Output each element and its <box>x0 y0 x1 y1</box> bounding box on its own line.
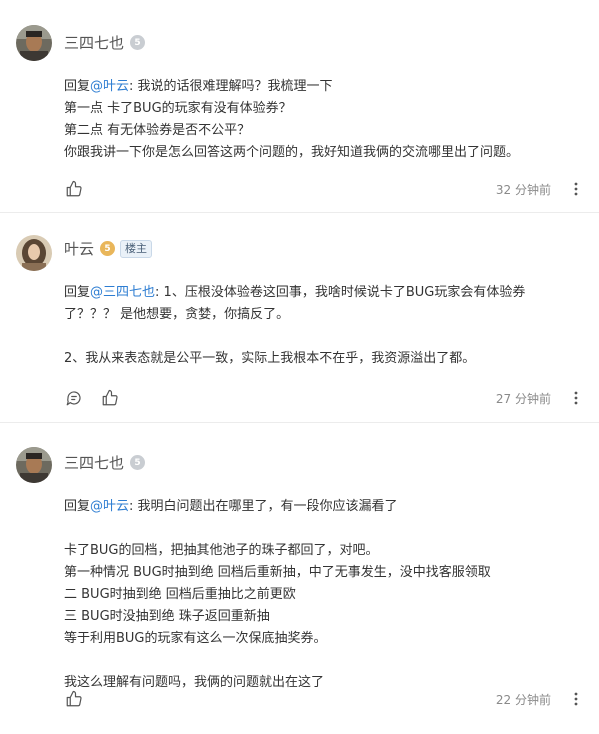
reply-prefix: 回复 <box>64 79 91 94</box>
avatar[interactable] <box>16 25 52 61</box>
user-mention-link[interactable]: @叶云 <box>90 79 129 94</box>
owner-badge: 楼主 <box>120 239 153 258</box>
comment-line <box>64 650 579 672</box>
mention-colon: : <box>129 79 138 94</box>
timestamp: 22 分钟前 <box>495 692 551 707</box>
comment-line: 第一点 卡了BUG的玩家有没有体验券？ <box>64 101 292 116</box>
username[interactable]: 三四七也 <box>64 32 124 53</box>
comment-actions: 32 分钟前 <box>64 178 583 200</box>
comment-line <box>64 518 579 540</box>
user-mention-link[interactable]: @叶云 <box>90 499 129 514</box>
comment-item: 三四七也 5 回复@叶云: 我明白问题出在哪里了，有一段你应该漏看了 卡了BUG… <box>0 423 599 734</box>
timestamp: 27 分钟前 <box>495 391 551 406</box>
comment-text: 回复@三四七也: 1、压根没体验卷这回事，我啥时候说卡了BUG玩家会有体验券 了… <box>64 282 579 370</box>
comment-line: 第一种情况 BUG时抽到绝 回档后重新抽，中了无事发生，没中找客服领取 <box>64 565 491 580</box>
comment-line: 三 BUG时没抽到绝 珠子返回重新抽 <box>64 609 270 624</box>
more-vertical-icon[interactable] <box>569 179 583 199</box>
thumbs-up-icon[interactable] <box>100 388 120 408</box>
user-mention-link[interactable]: @三四七也 <box>90 285 155 300</box>
more-vertical-icon[interactable] <box>569 388 583 408</box>
comment-line: 回复@叶云: 我明白问题出在哪里了，有一段你应该漏看了 <box>64 496 579 518</box>
timestamp: 32 分钟前 <box>495 182 551 197</box>
comment-header: 三四七也 5 <box>64 452 146 473</box>
comment-actions: 22 分钟前 <box>64 688 583 710</box>
comment-line: 回复@叶云: 我说的话很难理解吗？我梳理一下 <box>64 76 579 98</box>
comment-header: 三四七也 5 <box>64 32 146 53</box>
comment-line: 等于利用BUG的玩家有这么一次保底抽奖券。 <box>64 631 327 646</box>
comment-item: 三四七也 5 回复@叶云: 我说的话很难理解吗？我梳理一下 第一点 卡了BUG的… <box>0 0 599 213</box>
mention-colon: : <box>155 285 164 300</box>
user-level-icon: 5 <box>130 455 146 470</box>
user-level-icon: 5 <box>130 35 146 50</box>
reply-prefix: 回复 <box>64 285 91 300</box>
comment-actions: 27 分钟前 <box>64 387 583 409</box>
username[interactable]: 三四七也 <box>64 452 124 473</box>
comment-line-text: 我明白问题出在哪里了，有一段你应该漏看了 <box>137 499 398 514</box>
comment-item: 叶云 5 楼主 回复@三四七也: 1、压根没体验卷这回事，我啥时候说卡了BUG玩… <box>0 213 599 423</box>
more-vertical-icon[interactable] <box>569 689 583 709</box>
comment-line-text: 1、压根没体验卷这回事，我啥时候说卡了BUG玩家会有体验券 <box>163 285 526 300</box>
thumbs-up-icon[interactable] <box>64 179 84 199</box>
thumbs-up-icon[interactable] <box>64 689 84 709</box>
mention-colon: : <box>129 499 138 514</box>
comment-line: 二 BUG时抽到绝 回档后重抽比之前更欧 <box>64 587 296 602</box>
reply-prefix: 回复 <box>64 499 91 514</box>
comment-line: 卡了BUG的回档，把抽其他池子的珠子都回了，对吧。 <box>64 543 379 558</box>
comment-line: 回复@三四七也: 1、压根没体验卷这回事，我啥时候说卡了BUG玩家会有体验券 <box>64 282 579 304</box>
comment-line: 2、我从来表态就是公平一致，实际上我根本不在乎，我资源溢出了都。 <box>64 351 476 366</box>
comment-header: 叶云 5 楼主 <box>64 238 153 259</box>
comment-text: 回复@叶云: 我明白问题出在哪里了，有一段你应该漏看了 卡了BUG的回档，把抽其… <box>64 496 579 694</box>
comment-line: 你跟我讲一下你是怎么回答这两个问题的，我好知道我俩的交流哪里出了问题。 <box>64 145 520 160</box>
comment-text: 回复@叶云: 我说的话很难理解吗？我梳理一下 第一点 卡了BUG的玩家有没有体验… <box>64 76 579 164</box>
user-level-icon: 5 <box>100 241 116 256</box>
comment-line-text: 我说的话很难理解吗？我梳理一下 <box>137 79 333 94</box>
reply-icon[interactable] <box>64 388 84 408</box>
avatar[interactable] <box>16 447 52 483</box>
comment-line: 了？？？ 是他想要，贪婪，你搞反了。 <box>64 307 290 322</box>
comment-line: 第二点 有无体验券是否不公平？ <box>64 123 251 138</box>
username[interactable]: 叶云 <box>64 238 94 259</box>
comment-line <box>64 326 579 348</box>
avatar[interactable] <box>16 235 52 271</box>
